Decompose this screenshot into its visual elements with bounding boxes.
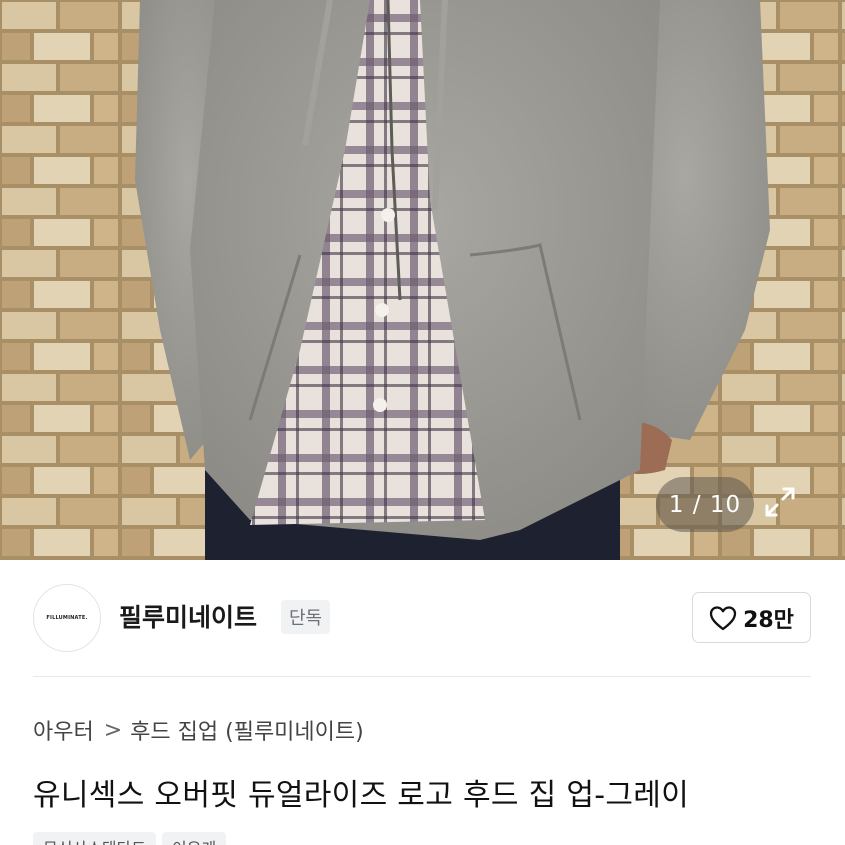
tag-item[interactable]: 무신사스탠다드 <box>33 832 157 845</box>
exclusive-badge: 단독 <box>281 600 331 634</box>
expand-arrows-icon <box>765 487 795 517</box>
product-photo <box>0 0 845 560</box>
breadcrumb-separator: > <box>103 717 123 743</box>
brand-logo-text: FILLUMINATE. <box>46 615 88 621</box>
image-counter: 1 / 10 <box>656 477 754 532</box>
product-title: 유니섹스 오버핏 듀얼라이즈 로고 후드 집 업-그레이 <box>33 778 690 813</box>
expand-button[interactable] <box>760 482 808 530</box>
breadcrumb-subcategory[interactable]: 후드 집업 (필루미네이트) <box>130 714 364 746</box>
like-button[interactable]: 28만 <box>692 592 811 643</box>
tag-item[interactable]: 이유게 <box>162 832 227 845</box>
heart-outline-icon <box>709 605 737 630</box>
like-count: 28만 <box>743 607 794 633</box>
brand-logo[interactable]: FILLUMINATE. <box>33 584 101 652</box>
breadcrumb-category[interactable]: 아우터 <box>33 714 94 746</box>
product-image[interactable]: 1 / 10 <box>0 0 845 560</box>
brand-row: FILLUMINATE. 필루미네이트 단독 28만 <box>0 560 845 675</box>
divider <box>33 676 811 677</box>
tag-list: 무신사스탠다드 이유게 <box>33 832 227 845</box>
breadcrumb: 아우터 > 후드 집업 (필루미네이트) <box>33 714 364 746</box>
brand-name[interactable]: 필루미네이트 <box>119 598 257 634</box>
